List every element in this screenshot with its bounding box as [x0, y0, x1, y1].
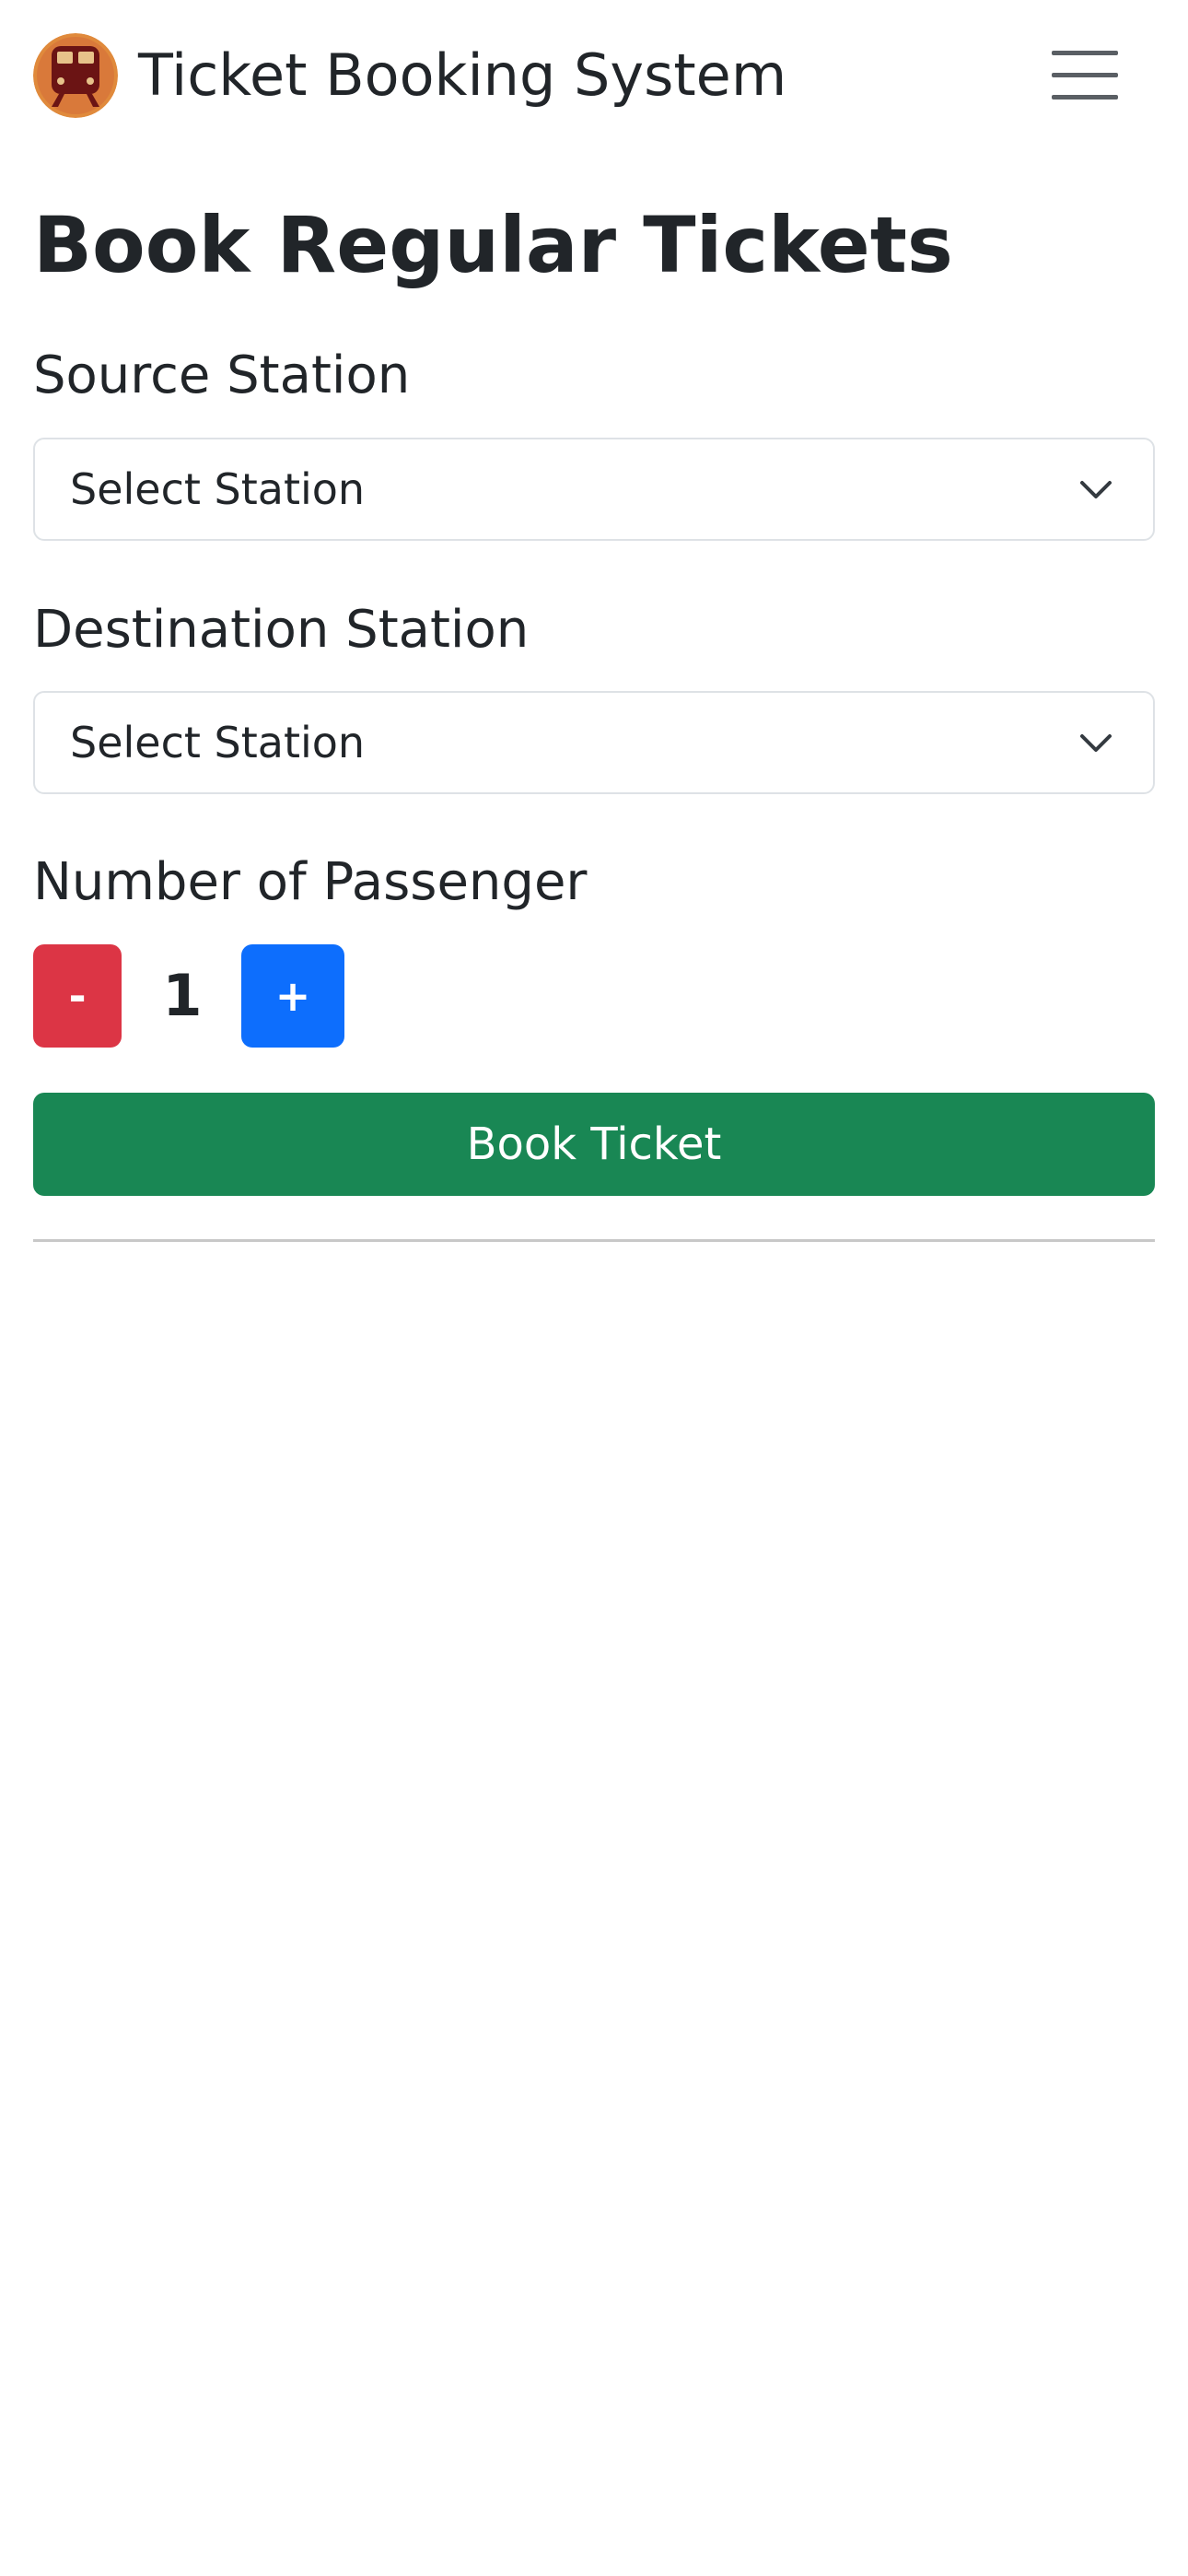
chevron-down-icon — [1080, 481, 1112, 498]
menu-toggle-button[interactable] — [1031, 33, 1138, 118]
destination-station-select[interactable]: Select Station — [33, 691, 1155, 794]
navbar-brand[interactable]: Ticket Booking System — [33, 33, 786, 118]
divider — [33, 1239, 1155, 1242]
chevron-down-icon — [1080, 734, 1112, 752]
book-ticket-button[interactable]: Book Ticket — [33, 1093, 1155, 1196]
hamburger-menu-icon — [1052, 51, 1118, 100]
passenger-count-value: 1 — [162, 962, 203, 1029]
increment-passenger-button[interactable]: + — [241, 944, 344, 1048]
source-station-label: Source Station — [33, 345, 411, 405]
page-title: Book Regular Tickets — [33, 200, 953, 290]
source-station-select[interactable]: Select Station — [33, 438, 1155, 541]
source-station-value: Select Station — [70, 464, 366, 514]
decrement-passenger-button[interactable]: - — [33, 944, 122, 1048]
passenger-count-label: Number of Passenger — [33, 852, 588, 912]
navbar: Ticket Booking System — [0, 0, 1188, 151]
destination-station-label: Destination Station — [33, 600, 530, 660]
destination-station-value: Select Station — [70, 718, 366, 767]
brand-title: Ticket Booking System — [138, 41, 787, 109]
train-icon — [33, 33, 118, 118]
